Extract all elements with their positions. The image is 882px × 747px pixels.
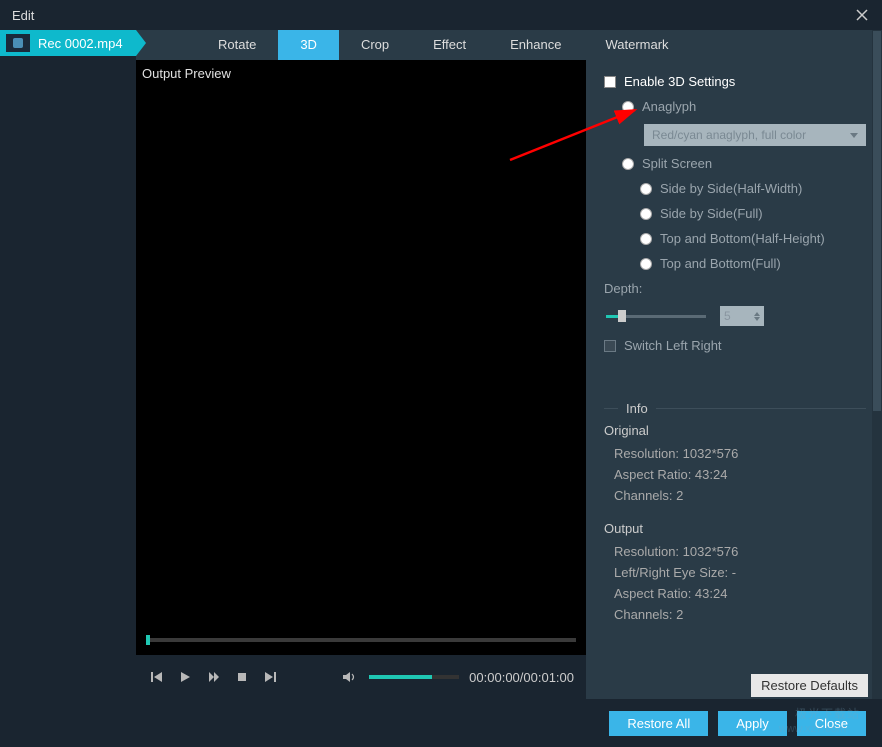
tab-watermark[interactable]: Watermark <box>583 30 690 60</box>
window-title: Edit <box>12 8 34 23</box>
original-aspect: Aspect Ratio: 43:24 <box>614 467 866 482</box>
enable-3d-label: Enable 3D Settings <box>624 74 735 89</box>
tb-half-label: Top and Bottom(Half-Height) <box>660 231 825 246</box>
output-title: Output <box>604 521 866 536</box>
file-thumbnail <box>6 34 30 52</box>
depth-value: 5 <box>724 309 731 323</box>
anaglyph-radio[interactable] <box>622 101 634 113</box>
info-original: Original Resolution: 1032*576 Aspect Rat… <box>604 423 866 503</box>
titlebar: Edit <box>0 0 882 30</box>
restore-all-button[interactable]: Restore All <box>609 711 708 736</box>
output-eye-size: Left/Right Eye Size: - <box>614 565 866 580</box>
tab-rotate[interactable]: Rotate <box>196 30 278 60</box>
original-title: Original <box>604 423 866 438</box>
anaglyph-label: Anaglyph <box>642 99 696 114</box>
split-screen-radio[interactable] <box>622 158 634 170</box>
output-resolution: Resolution: 1032*576 <box>614 544 866 559</box>
fast-forward-icon <box>207 670 221 684</box>
volume-slider[interactable] <box>369 675 459 679</box>
tab-crop[interactable]: Crop <box>339 30 411 60</box>
main-content: Rec 0002.mp4 Rotate 3D Crop Effect Enhan… <box>0 30 882 699</box>
close-icon <box>856 9 868 21</box>
prev-button[interactable] <box>148 666 166 688</box>
preview-viewport: Output Preview <box>136 60 586 625</box>
split-screen-label: Split Screen <box>642 156 712 171</box>
footer-bar: Restore All Apply Close 极光下载站 www.xz7.co… <box>0 699 882 747</box>
spinner-up-icon <box>754 312 760 316</box>
seek-bar-row <box>136 625 586 655</box>
tab-bar: Rotate 3D Crop Effect Enhance Watermark <box>136 30 882 60</box>
info-output: Output Resolution: 1032*576 Left/Right E… <box>604 521 866 622</box>
switch-lr-checkbox[interactable] <box>604 340 616 352</box>
sbs-half-label: Side by Side(Half-Width) <box>660 181 802 196</box>
time-display: 00:00:00/00:01:00 <box>469 670 574 685</box>
stop-button[interactable] <box>233 666 251 688</box>
mute-button[interactable] <box>339 666 361 688</box>
tb-full-label: Top and Bottom(Full) <box>660 256 781 271</box>
original-resolution: Resolution: 1032*576 <box>614 446 866 461</box>
apply-button[interactable]: Apply <box>718 711 787 736</box>
output-aspect: Aspect Ratio: 43:24 <box>614 586 866 601</box>
restore-defaults-button[interactable]: Restore Defaults <box>751 674 868 697</box>
file-name-label: Rec 0002.mp4 <box>38 36 123 51</box>
spinner-down-icon <box>754 317 760 321</box>
content-area: Rotate 3D Crop Effect Enhance Watermark … <box>136 30 882 699</box>
work-area: Output Preview <box>136 60 882 699</box>
depth-label: Depth: <box>604 281 642 296</box>
tab-enhance[interactable]: Enhance <box>488 30 583 60</box>
speaker-icon <box>342 670 358 684</box>
skip-forward-icon <box>263 670 277 684</box>
switch-lr-label: Switch Left Right <box>624 338 722 353</box>
tb-full-radio[interactable] <box>640 258 652 270</box>
original-channels: Channels: 2 <box>614 488 866 503</box>
chevron-down-icon <box>850 133 858 138</box>
sbs-half-radio[interactable] <box>640 183 652 195</box>
sidebar: Rec 0002.mp4 <box>0 30 136 699</box>
tab-effect[interactable]: Effect <box>411 30 488 60</box>
depth-spinner[interactable]: 5 <box>720 306 764 326</box>
depth-slider[interactable] <box>606 315 706 318</box>
sbs-full-label: Side by Side(Full) <box>660 206 763 221</box>
info-header-label: Info <box>618 401 656 416</box>
volume-control <box>339 666 459 688</box>
settings-panel: Enable 3D Settings Anaglyph Red/cyan ana… <box>586 60 882 699</box>
anaglyph-dropdown-value: Red/cyan anaglyph, full color <box>652 128 806 142</box>
play-icon <box>178 670 192 684</box>
close-window-button[interactable] <box>842 0 882 30</box>
fast-forward-button[interactable] <box>204 666 222 688</box>
enable-3d-checkbox[interactable] <box>604 76 616 88</box>
file-tab[interactable]: Rec 0002.mp4 <box>0 30 136 56</box>
preview-column: Output Preview <box>136 60 586 699</box>
play-button[interactable] <box>176 666 194 688</box>
tb-half-radio[interactable] <box>640 233 652 245</box>
close-button[interactable]: Close <box>797 711 866 736</box>
playback-controls: 00:00:00/00:01:00 <box>136 655 586 699</box>
sbs-full-radio[interactable] <box>640 208 652 220</box>
next-button[interactable] <box>261 666 279 688</box>
preview-label: Output Preview <box>142 66 231 81</box>
skip-back-icon <box>150 670 164 684</box>
stop-icon <box>236 671 248 683</box>
tab-3d[interactable]: 3D <box>278 30 339 60</box>
info-header: Info <box>604 387 866 409</box>
seek-slider[interactable] <box>146 638 576 642</box>
output-channels: Channels: 2 <box>614 607 866 622</box>
anaglyph-dropdown[interactable]: Red/cyan anaglyph, full color <box>644 124 866 146</box>
vertical-scrollbar[interactable] <box>872 30 882 699</box>
